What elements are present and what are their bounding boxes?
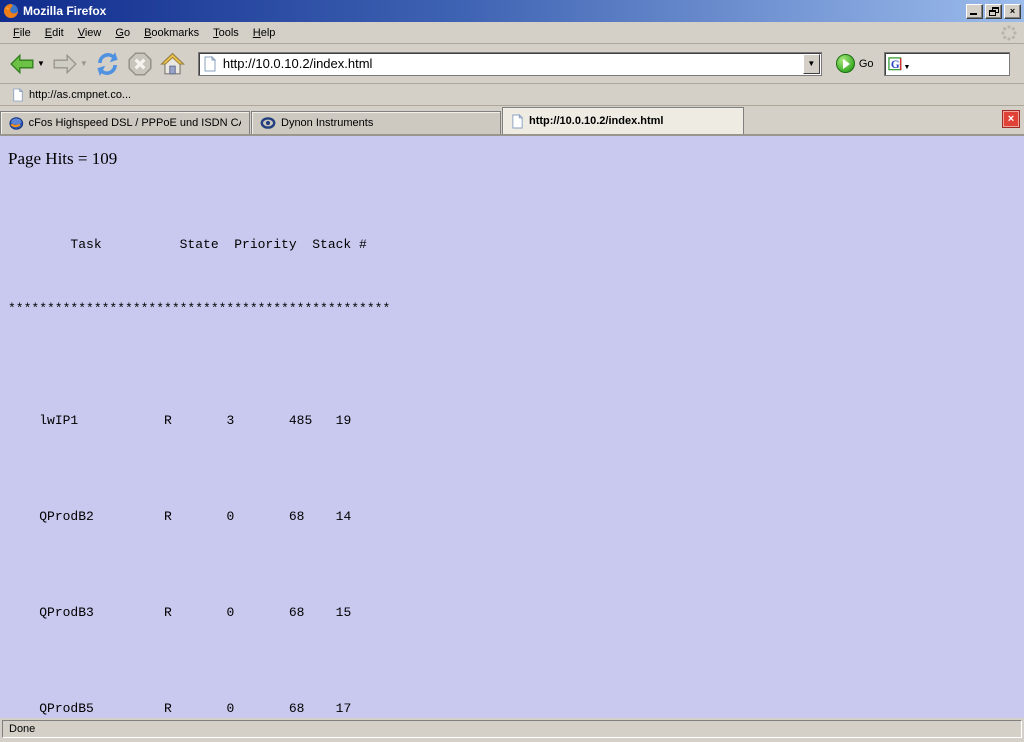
menu-go[interactable]: Go [108, 24, 137, 42]
header-task: Task [70, 237, 179, 253]
cell-number: 17 [336, 701, 352, 717]
reload-icon [94, 51, 121, 77]
header-state: State [180, 237, 235, 253]
stop-button[interactable] [125, 49, 155, 79]
go-arrow-icon [843, 59, 850, 69]
menu-bar: File Edit View Go Bookmarks Tools Help [0, 22, 1024, 44]
table-row: lwIP1R348519 [8, 397, 1016, 445]
close-button[interactable]: × [1004, 4, 1021, 19]
back-icon [8, 51, 36, 77]
tab-active-index-html[interactable]: http://10.0.10.2/index.html [502, 107, 744, 134]
cell-state: R [164, 413, 226, 429]
forward-icon [51, 51, 79, 77]
page-icon [203, 56, 217, 72]
cell-state: R [164, 605, 226, 621]
cfos-icon [9, 115, 24, 131]
tab-label: Dynon Instruments [281, 117, 373, 129]
status-panel: Done [2, 720, 1022, 738]
search-engine-dropdown-icon[interactable]: ▼ [904, 64, 911, 71]
cell-priority: 0 [226, 605, 288, 621]
url-dropdown-button[interactable]: ▼ [803, 54, 820, 74]
cell-stack: 68 [289, 605, 336, 621]
tab-dynon[interactable]: Dynon Instruments [251, 111, 501, 134]
table-row: QProdB5R06817 [8, 685, 1016, 718]
firefox-icon [3, 3, 19, 19]
separator-row: ****************************************… [8, 301, 1016, 317]
cell-stack: 68 [289, 701, 336, 717]
go-button[interactable] [836, 54, 855, 73]
cell-priority: 3 [226, 413, 288, 429]
tab-label: cFos Highspeed DSL / PPPoE und ISDN CAP.… [29, 117, 241, 129]
stop-icon [127, 51, 153, 77]
navigation-toolbar: ▼ ▼ [0, 44, 1024, 84]
reload-button[interactable] [92, 49, 123, 79]
forward-button[interactable]: ▼ [49, 49, 90, 79]
dynon-icon [260, 115, 276, 131]
tab-label: http://10.0.10.2/index.html [529, 115, 663, 127]
back-button[interactable]: ▼ [6, 49, 47, 79]
cell-task: QProdB3 [39, 605, 164, 621]
search-input[interactable]: G ▼ [884, 52, 1010, 76]
home-icon [159, 51, 186, 77]
minimize-icon [970, 13, 977, 15]
cell-task: QProdB5 [39, 701, 164, 717]
menu-view[interactable]: View [71, 24, 109, 42]
header-number: # [359, 237, 367, 253]
cell-stack: 485 [289, 413, 336, 429]
page-icon [511, 114, 524, 129]
bookmark-item[interactable]: http://as.cmpnet.co... [8, 86, 135, 104]
menu-tools[interactable]: Tools [206, 24, 246, 42]
task-rows: lwIP1R348519 QProdB2R06814 QProdB3R06815… [8, 365, 1016, 718]
cell-state: R [164, 701, 226, 717]
page-content: Page Hits = 109 TaskStatePriorityStack# … [0, 136, 1024, 718]
url-input[interactable]: http://10.0.10.2/index.html [217, 56, 803, 71]
throbber-icon [1000, 24, 1018, 42]
back-dropdown-icon[interactable]: ▼ [37, 59, 45, 68]
tab-close-button[interactable]: × [1003, 111, 1019, 127]
table-row: QProdB2R06814 [8, 493, 1016, 541]
page-hits-text: Page Hits = 109 [8, 149, 1016, 169]
cell-priority: 0 [226, 509, 288, 525]
menu-bookmarks[interactable]: Bookmarks [137, 24, 206, 42]
restore-button[interactable] [985, 4, 1002, 19]
menu-help[interactable]: Help [246, 24, 283, 42]
cell-number: 15 [336, 605, 352, 621]
header-priority: Priority [234, 237, 312, 253]
minimize-button[interactable] [966, 4, 983, 19]
cell-number: 19 [336, 413, 352, 429]
home-button[interactable] [157, 49, 188, 79]
tab-cfos[interactable]: cFos Highspeed DSL / PPPoE und ISDN CAP.… [0, 111, 250, 134]
menu-edit[interactable]: Edit [38, 24, 71, 42]
status-text: Done [9, 723, 35, 735]
task-table-header: TaskStatePriorityStack# [8, 221, 1016, 269]
task-table: TaskStatePriorityStack# ****************… [8, 189, 1016, 718]
table-row: QProdB3R06815 [8, 589, 1016, 637]
tab-strip: cFos Highspeed DSL / PPPoE und ISDN CAP.… [0, 106, 1024, 136]
url-bar[interactable]: http://10.0.10.2/index.html ▼ [198, 52, 822, 76]
header-stack: Stack [312, 237, 359, 253]
browser-window: Mozilla Firefox × File Edit View Go Book… [0, 0, 1024, 742]
window-title: Mozilla Firefox [23, 4, 966, 18]
forward-dropdown-icon[interactable]: ▼ [80, 59, 88, 68]
go-label[interactable]: Go [859, 58, 874, 70]
bookmarks-toolbar: http://as.cmpnet.co... [0, 84, 1024, 106]
page-icon [12, 88, 24, 102]
cell-state: R [164, 509, 226, 525]
title-bar: Mozilla Firefox × [0, 0, 1024, 22]
bookmark-label: http://as.cmpnet.co... [29, 89, 131, 101]
menu-file[interactable]: File [6, 24, 38, 42]
svg-text:G: G [890, 58, 899, 70]
cell-stack: 68 [289, 509, 336, 525]
cell-priority: 0 [226, 701, 288, 717]
cell-task: lwIP1 [39, 413, 164, 429]
cell-task: QProdB2 [39, 509, 164, 525]
google-icon: G [888, 56, 903, 72]
cell-number: 14 [336, 509, 352, 525]
status-bar: Done [0, 718, 1024, 742]
